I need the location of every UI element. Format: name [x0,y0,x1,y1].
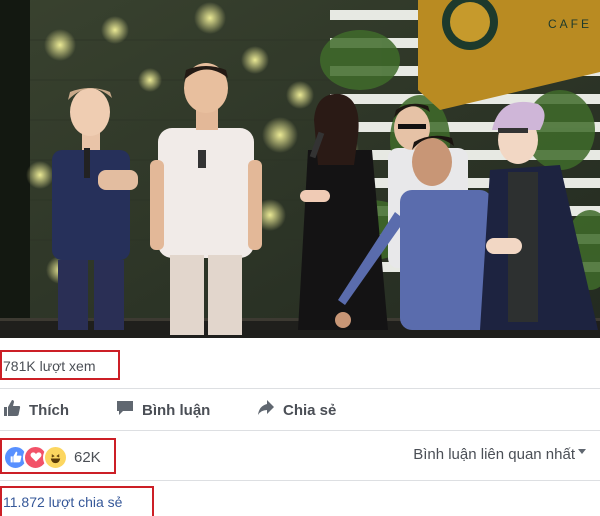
comment-label: Bình luận [142,401,211,419]
video-player[interactable]: CAFE [0,0,600,338]
comments-sort-label: Bình luận liên quan nhất [413,446,575,463]
divider [0,430,600,431]
comment-icon [116,399,134,421]
thumbs-up-icon [3,399,21,421]
like-label: Thích [29,401,69,419]
share-label: Chia sẻ [283,401,337,419]
comment-button[interactable]: Bình luận [116,400,210,420]
share-button[interactable]: Chia sẻ [257,400,336,420]
video-frame: CAFE [0,0,600,338]
caret-down-icon [578,449,586,454]
divider [0,388,600,389]
like-button[interactable]: Thích [3,400,69,420]
views-count: 781K lượt xem [3,358,96,374]
haha-icon [43,444,68,470]
reactions-summary[interactable]: 62K [3,443,101,471]
shares-count-link[interactable]: 11.872 lượt chia sẻ [3,494,122,510]
share-arrow-icon [257,399,275,421]
comments-sort-dropdown[interactable]: Bình luận liên quan nhất [413,446,586,463]
divider [0,480,600,481]
reaction-count: 62K [74,448,101,466]
cafe-sign-text: CAFE [548,17,592,31]
